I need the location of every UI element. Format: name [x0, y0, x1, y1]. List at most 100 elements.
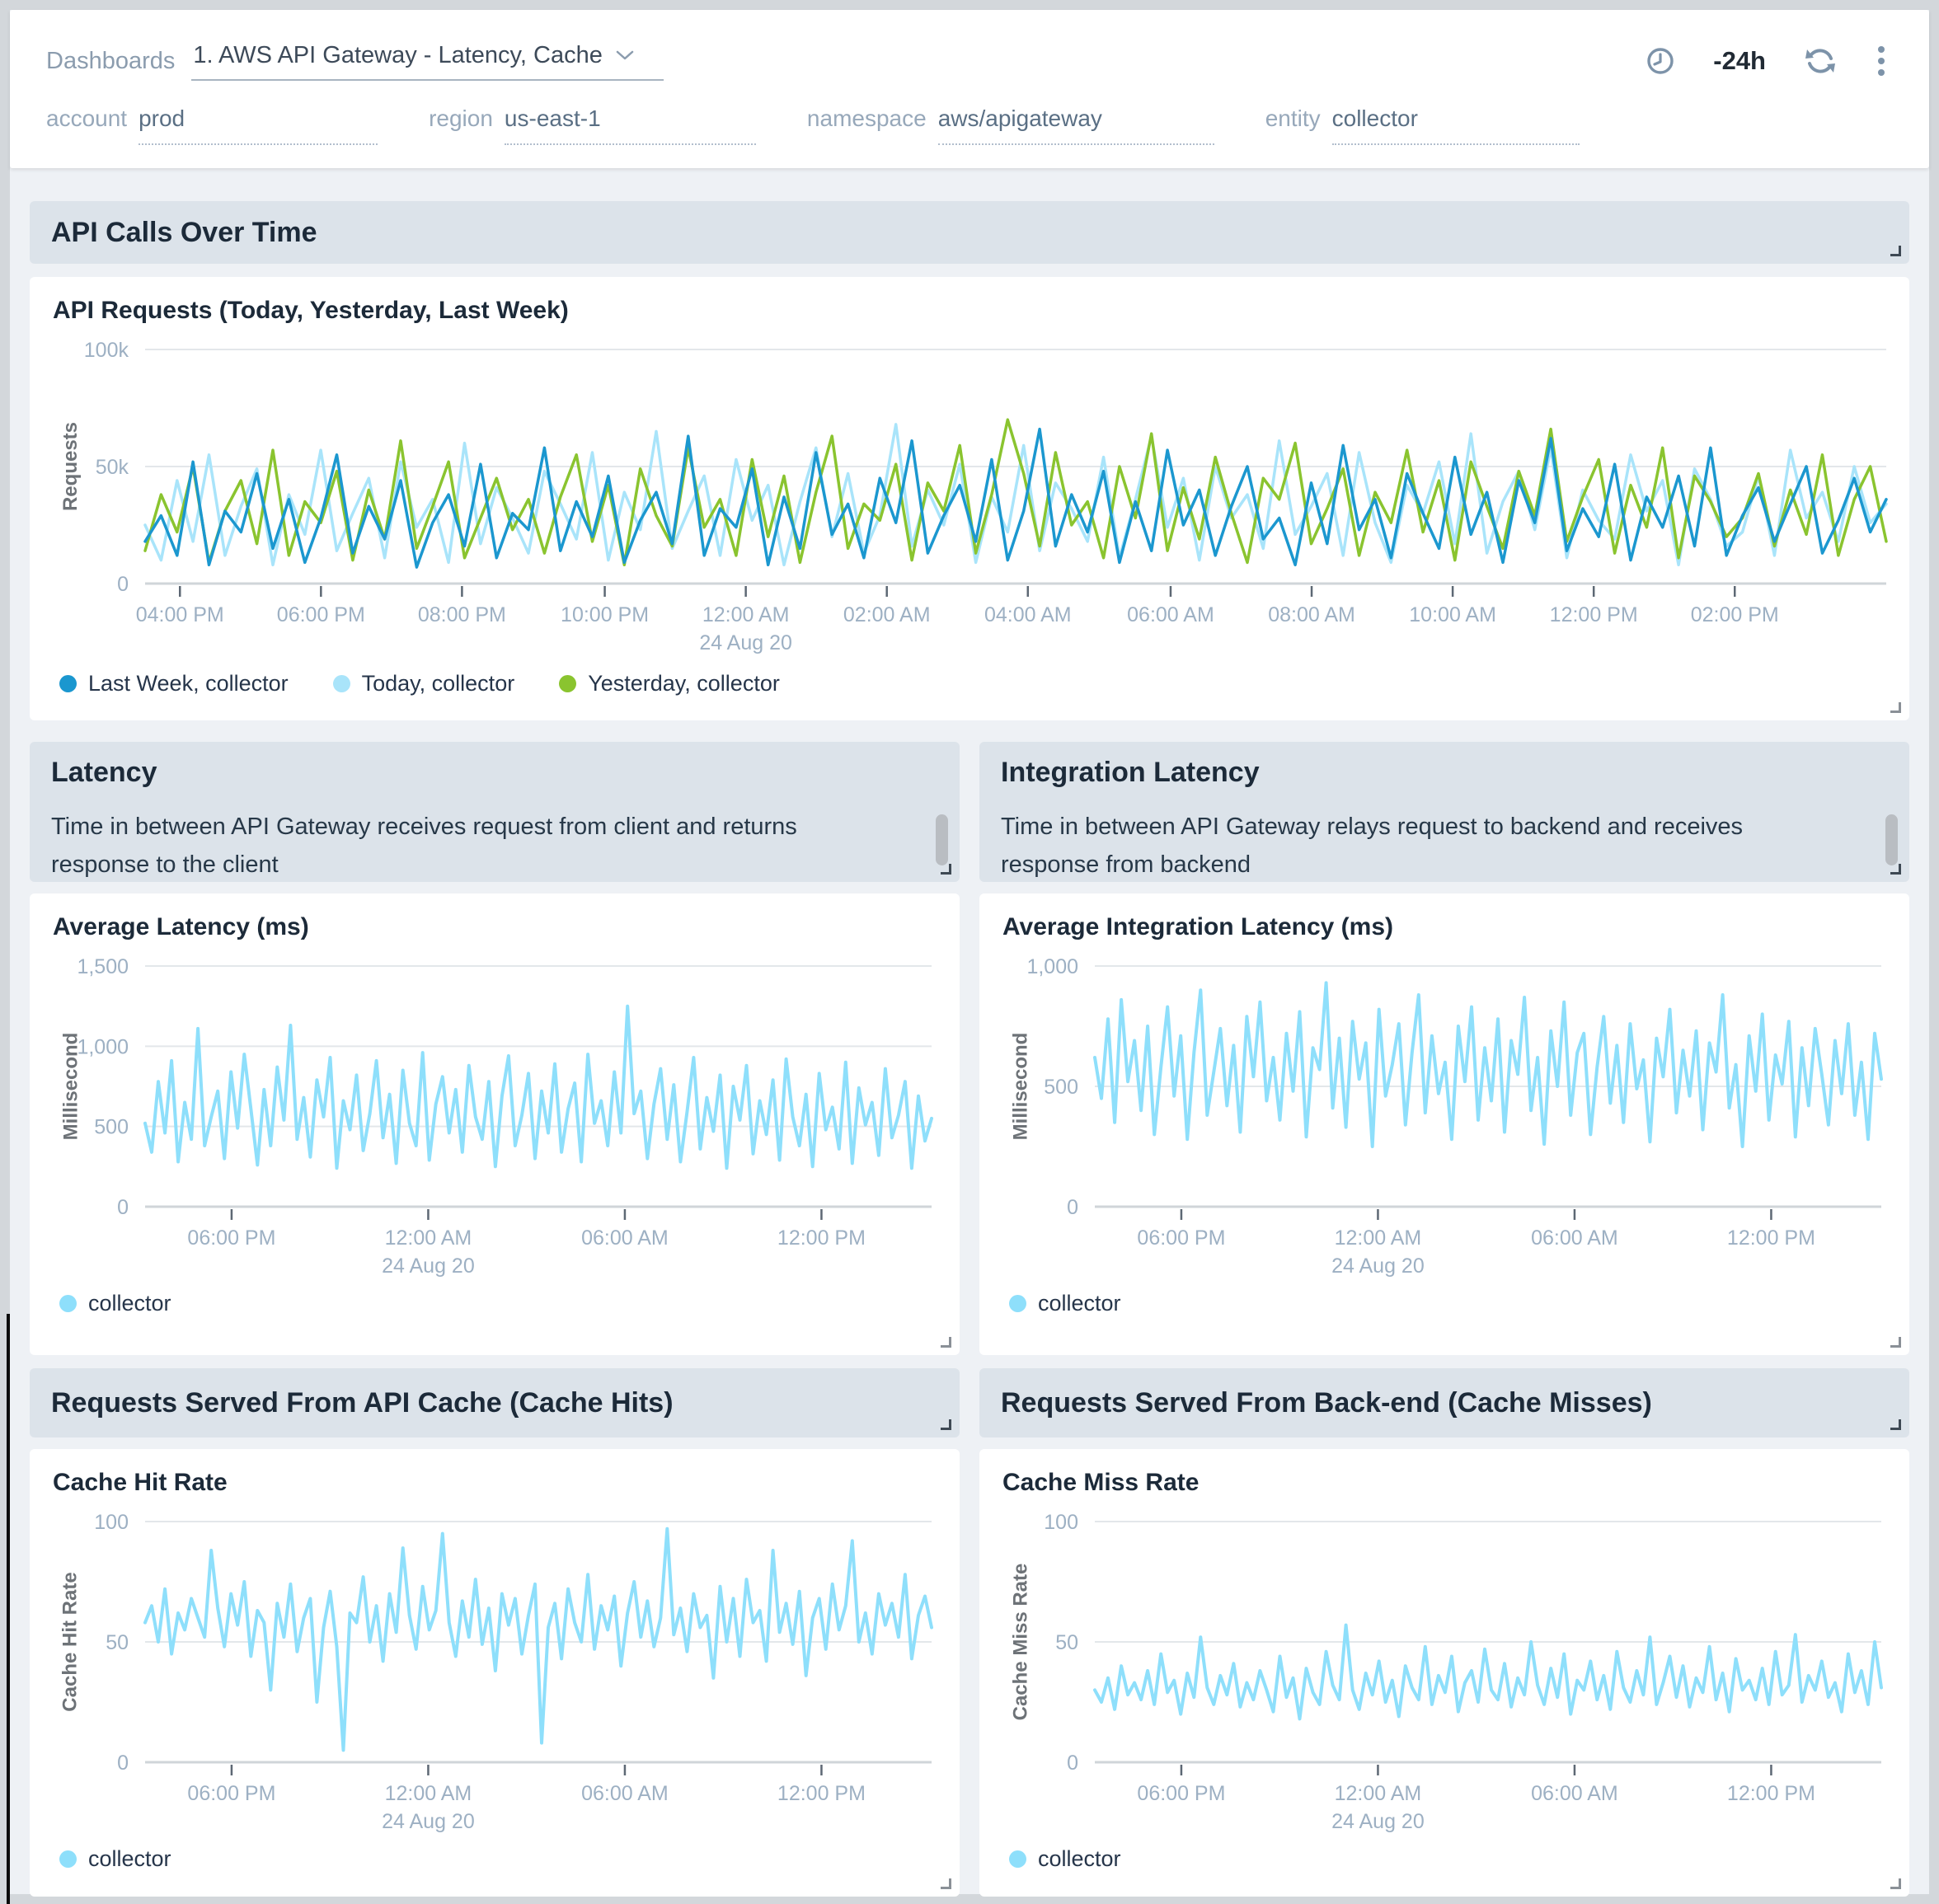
legend-item[interactable]: Yesterday, collector [559, 671, 780, 696]
chart-legend: collector [999, 1840, 1890, 1872]
legend-item[interactable]: collector [59, 1846, 171, 1872]
chart-title: Cache Miss Rate [999, 1469, 1890, 1497]
dashboard-content: API Calls Over Time API Requests (Today,… [10, 168, 1929, 1897]
chart-legend: collector [999, 1284, 1890, 1316]
time-controls: -24h [1646, 43, 1896, 79]
legend-label: collector [88, 1846, 171, 1872]
svg-text:06:00 AM: 06:00 AM [581, 1226, 669, 1250]
section-header-cache-misses: Requests Served From Back-end (Cache Mis… [979, 1368, 1909, 1437]
filter-label: namespace [807, 106, 927, 132]
left-edge-bar [7, 1314, 10, 1904]
clock-icon[interactable] [1646, 46, 1675, 76]
refresh-icon[interactable] [1804, 45, 1837, 77]
filter-region-value[interactable]: us-east-1 [505, 106, 756, 145]
resize-handle[interactable] [1890, 1419, 1901, 1430]
chart-card-cache-hit-rate: Cache Hit Rate 10050006:00 PM12:00 AM24 … [30, 1449, 960, 1897]
svg-text:12:00 PM: 12:00 PM [1727, 1782, 1815, 1805]
svg-text:24 Aug 20: 24 Aug 20 [1331, 1810, 1425, 1833]
resize-handle[interactable] [1890, 246, 1901, 256]
svg-text:08:00 PM: 08:00 PM [418, 603, 506, 626]
svg-text:0: 0 [117, 1196, 129, 1219]
legend-dot [333, 675, 350, 692]
resize-handle[interactable] [1890, 1337, 1901, 1348]
filter-label: region [429, 106, 493, 132]
time-range-value[interactable]: -24h [1713, 46, 1766, 76]
chevron-down-icon [616, 49, 634, 61]
svg-text:08:00 AM: 08:00 AM [1268, 603, 1355, 626]
legend-label: Last Week, collector [88, 671, 289, 696]
avg-latency-line-chart[interactable]: 1,5001,000500006:00 PM12:00 AM24 Aug 200… [49, 951, 940, 1284]
svg-text:10:00 AM: 10:00 AM [1409, 603, 1496, 626]
legend-dot [59, 1295, 77, 1312]
dashboard-page: Dashboards 1. AWS API Gateway - Latency,… [10, 10, 1929, 1894]
filter-account-value[interactable]: prod [138, 106, 378, 145]
section-title: API Calls Over Time [51, 217, 317, 249]
svg-text:06:00 PM: 06:00 PM [1137, 1226, 1225, 1250]
chart-card-avg-integration-latency: Average Integration Latency (ms) 1,00050… [979, 893, 1909, 1355]
widget-description: Time in between API Gateway relays reque… [1001, 809, 1888, 882]
legend-item[interactable]: Last Week, collector [59, 671, 289, 696]
kebab-menu-icon[interactable] [1875, 43, 1888, 79]
resize-handle[interactable] [941, 1337, 951, 1348]
svg-text:12:00 AM: 12:00 AM [385, 1782, 472, 1805]
svg-text:24 Aug 20: 24 Aug 20 [382, 1254, 475, 1278]
widget-title: Latency [51, 757, 938, 789]
svg-text:12:00 PM: 12:00 PM [777, 1226, 866, 1250]
legend-label: collector [1038, 1846, 1121, 1872]
legend-item[interactable]: collector [59, 1291, 171, 1316]
svg-text:24 Aug 20: 24 Aug 20 [699, 631, 792, 654]
svg-text:10:00 PM: 10:00 PM [561, 603, 649, 626]
page-title: 1. AWS API Gateway - Latency, Cache [193, 42, 602, 69]
legend-item[interactable]: collector [1009, 1846, 1121, 1872]
legend-dot [559, 675, 576, 692]
filter-label: entity [1265, 106, 1321, 132]
svg-text:500: 500 [94, 1116, 129, 1139]
svg-text:12:00 AM: 12:00 AM [702, 603, 790, 626]
widget-description: Time in between API Gateway receives req… [51, 809, 938, 882]
chart-card-avg-latency: Average Latency (ms) 1,5001,000500006:00… [30, 893, 960, 1355]
api-requests-line-chart[interactable]: 100k50k004:00 PM06:00 PM08:00 PM10:00 PM… [49, 335, 1890, 664]
svg-text:04:00 PM: 04:00 PM [136, 603, 224, 626]
widget-integration-latency-description: Integration Latency Time in between API … [979, 742, 1909, 882]
section-title: Requests Served From API Cache (Cache Hi… [51, 1387, 674, 1419]
filter-namespace: namespace aws/apigateway [807, 106, 1214, 145]
legend-item[interactable]: collector [1009, 1291, 1121, 1316]
resize-handle[interactable] [1890, 864, 1901, 875]
svg-text:06:00 PM: 06:00 PM [277, 603, 365, 626]
svg-text:12:00 AM: 12:00 AM [1335, 1226, 1422, 1250]
legend-dot [59, 675, 77, 692]
scrollbar-thumb[interactable] [1885, 814, 1898, 865]
resize-handle[interactable] [941, 1878, 951, 1889]
svg-text:12:00 PM: 12:00 PM [777, 1782, 866, 1805]
svg-text:50: 50 [106, 1631, 129, 1654]
legend-item[interactable]: Today, collector [333, 671, 515, 696]
resize-handle[interactable] [941, 864, 951, 875]
filter-entity-value[interactable]: collector [1332, 106, 1580, 145]
svg-text:06:00 PM: 06:00 PM [187, 1226, 275, 1250]
filter-entity: entity collector [1265, 106, 1580, 145]
svg-text:02:00 PM: 02:00 PM [1691, 603, 1779, 626]
svg-text:500: 500 [1044, 1076, 1078, 1099]
resize-handle[interactable] [1890, 702, 1901, 713]
cache-miss-rate-line-chart[interactable]: 10050006:00 PM12:00 AM24 Aug 2006:00 AM1… [999, 1507, 1890, 1840]
widget-latency-description: Latency Time in between API Gateway rece… [30, 742, 960, 882]
dashboard-selector[interactable]: 1. AWS API Gateway - Latency, Cache [191, 42, 663, 81]
cache-hit-rate-line-chart[interactable]: 10050006:00 PM12:00 AM24 Aug 2006:00 AM1… [49, 1507, 940, 1840]
resize-handle[interactable] [1890, 1878, 1901, 1889]
chart-legend: collector [49, 1840, 940, 1872]
avg-integration-latency-line-chart[interactable]: 1,000500006:00 PM12:00 AM24 Aug 2006:00 … [999, 951, 1890, 1284]
chart-card-api-requests: API Requests (Today, Yesterday, Last Wee… [30, 277, 1909, 720]
breadcrumb[interactable]: Dashboards [46, 48, 175, 75]
legend-label: Today, collector [362, 671, 515, 696]
legend-label: collector [88, 1291, 171, 1316]
scrollbar-thumb[interactable] [936, 814, 948, 865]
y-axis-label: Requests [45, 349, 97, 584]
filter-namespace-value[interactable]: aws/apigateway [938, 106, 1214, 145]
widget-title: Integration Latency [1001, 757, 1888, 789]
svg-text:50: 50 [1055, 1631, 1078, 1654]
svg-text:100: 100 [1044, 1511, 1078, 1534]
resize-handle[interactable] [941, 1419, 951, 1430]
y-axis-label: Cache Miss Rate [994, 1522, 1047, 1762]
chart-title: Cache Hit Rate [49, 1469, 940, 1497]
chart-title: Average Latency (ms) [49, 913, 940, 941]
